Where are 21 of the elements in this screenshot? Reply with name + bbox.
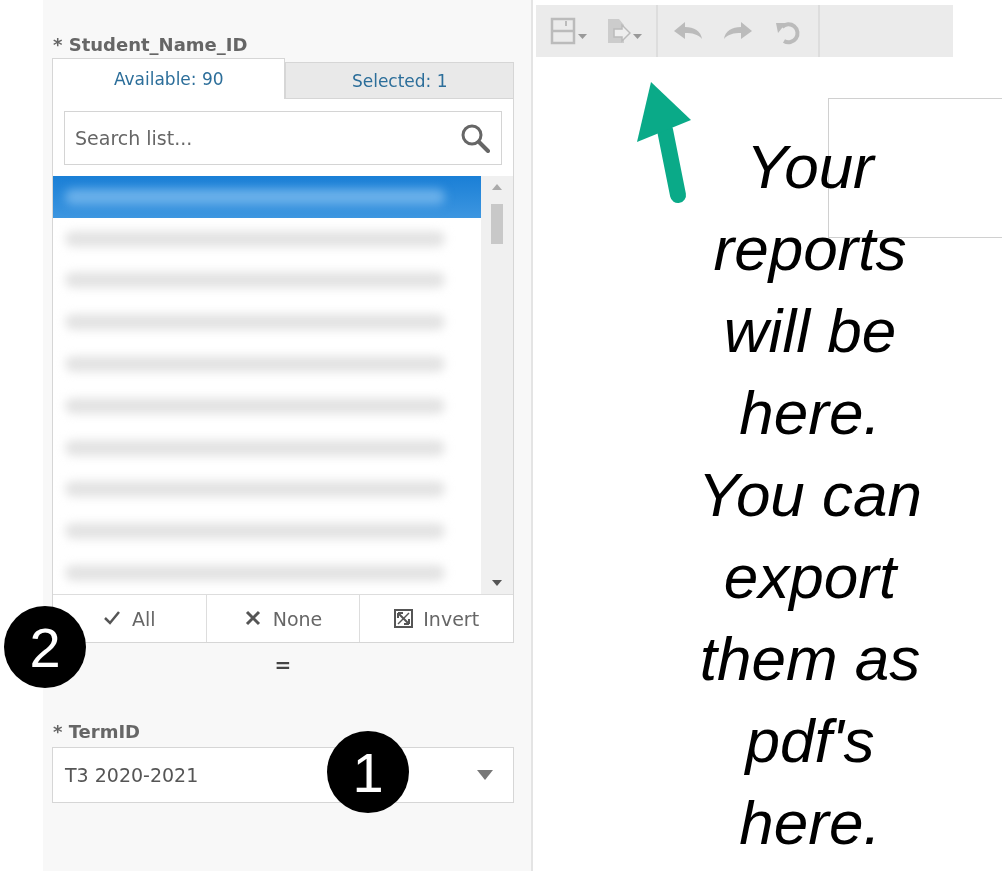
caret-icon — [578, 34, 587, 39]
step-number-callout-overlay: 2 — [4, 606, 86, 688]
scrollbar[interactable] — [481, 176, 513, 594]
search-field[interactable]: Search list... — [64, 111, 502, 165]
field-label: * Student_Name_ID — [53, 34, 249, 57]
export-icon — [605, 17, 631, 45]
field-label: * TermID — [53, 721, 142, 744]
scroll-up-icon — [492, 184, 502, 190]
cross-icon — [243, 609, 263, 628]
list-tab[interactable]: Selected: 1 — [285, 62, 514, 98]
dropdown-caret-icon — [477, 770, 493, 780]
caret-icon — [633, 34, 642, 39]
scrollbar-thumb[interactable] — [491, 204, 503, 244]
invert-icon — [394, 609, 414, 628]
blurred-list-row[interactable] — [53, 176, 481, 218]
scroll-down-icon — [492, 580, 502, 586]
splitter-handle[interactable]: = — [274, 653, 292, 677]
list-tab[interactable]: Available: 90 — [52, 58, 286, 99]
save-icon — [550, 17, 576, 45]
annotation-text: Your reports will be here. You can export them as pdf's here. — [697, 131, 923, 859]
search-icon — [460, 123, 490, 153]
